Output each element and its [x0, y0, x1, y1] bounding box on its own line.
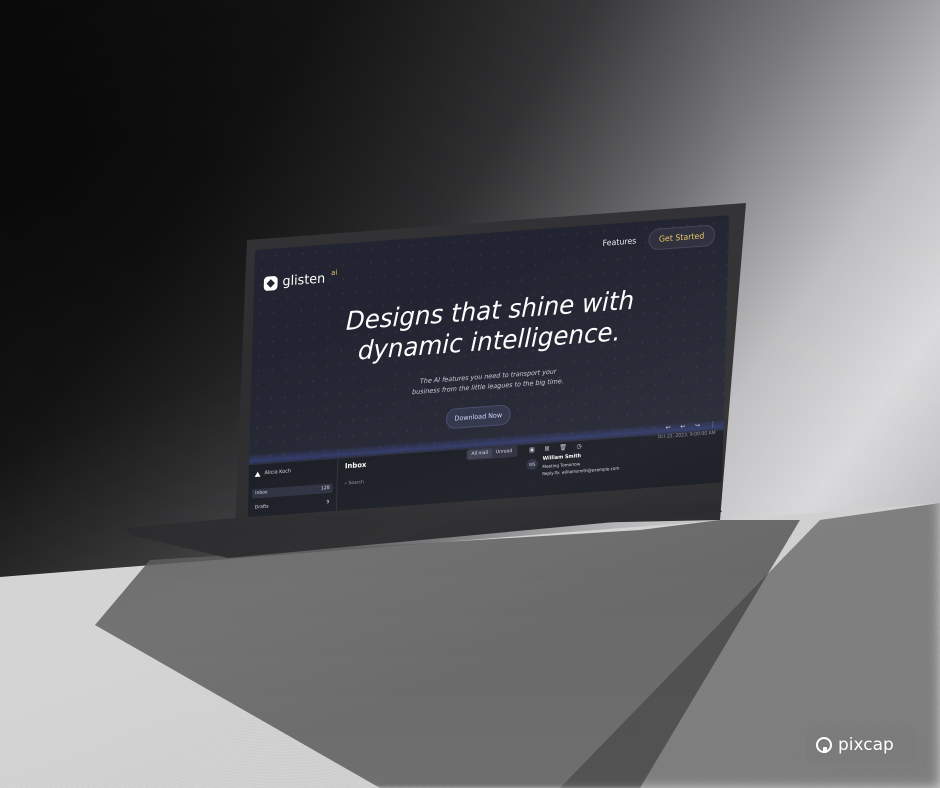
- inbox-title: Inbox: [344, 460, 367, 471]
- pixcap-text: pixcap: [838, 735, 894, 755]
- archive-icon[interactable]: ▣: [529, 446, 535, 454]
- brand-name: glisten: [282, 271, 326, 290]
- pixcap-logo-icon: [816, 737, 832, 753]
- laptop-screen: Features Get Started glisten ai Designs …: [247, 215, 730, 518]
- search-placeholder: Search: [348, 480, 364, 487]
- mail-sidebar: Alicia Koch Inbox 128 Drafts 9: [247, 458, 339, 518]
- tab-unread[interactable]: Unread: [492, 447, 516, 458]
- reply-icon[interactable]: ↩: [666, 424, 671, 432]
- mail-filter-tabs: All mail Unread: [466, 445, 518, 461]
- brand-superscript: ai: [331, 267, 338, 277]
- sidebar-item-drafts[interactable]: Drafts 9: [252, 498, 333, 513]
- search-icon: ⌕: [344, 481, 348, 487]
- pixcap-watermark: pixcap: [806, 727, 916, 763]
- sidebar-item-inbox[interactable]: Inbox 128: [252, 483, 333, 499]
- account-switcher[interactable]: Alicia Koch: [254, 468, 292, 477]
- avatar: WS: [526, 458, 538, 471]
- search-input[interactable]: ⌕ Search: [344, 479, 364, 487]
- sidebar-item-label: Drafts: [254, 504, 269, 511]
- sidebar-item-count: 128: [320, 485, 330, 492]
- sidebar-item-count: 9: [326, 500, 330, 506]
- trash-icon[interactable]: 🗑: [559, 444, 567, 452]
- more-icon[interactable]: ⋮: [710, 421, 716, 429]
- forward-icon[interactable]: ↪: [695, 422, 700, 430]
- reply-all-icon[interactable]: ↩: [680, 423, 685, 431]
- sidebar-item-label: Inbox: [255, 490, 268, 497]
- features-link[interactable]: Features: [603, 236, 637, 248]
- mail-toolbar: ▣ ⊠ 🗑 ◷: [529, 443, 582, 454]
- account-name: Alicia Koch: [264, 468, 292, 477]
- junk-icon[interactable]: ⊠: [544, 445, 549, 453]
- tab-all-mail[interactable]: All mail: [467, 448, 493, 460]
- account-logo-icon: [254, 470, 261, 477]
- snooze-icon[interactable]: ◷: [576, 443, 581, 451]
- logo-icon: [263, 275, 278, 291]
